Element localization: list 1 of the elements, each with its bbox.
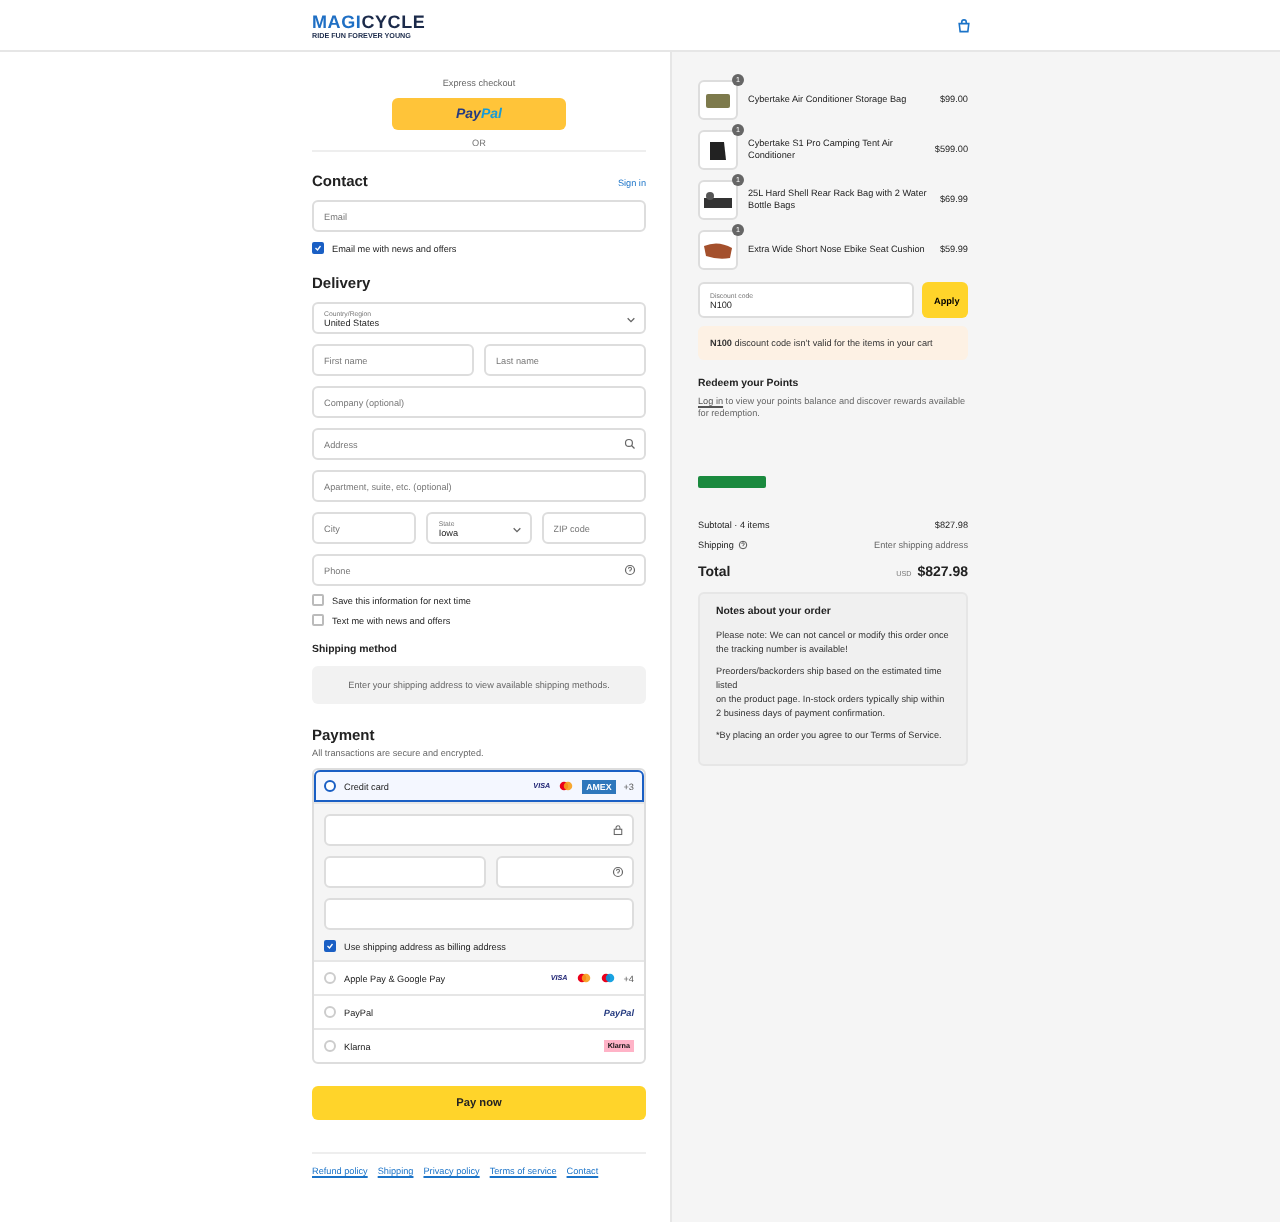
brand-logo[interactable]: MAGICYCLE: [312, 13, 426, 31]
